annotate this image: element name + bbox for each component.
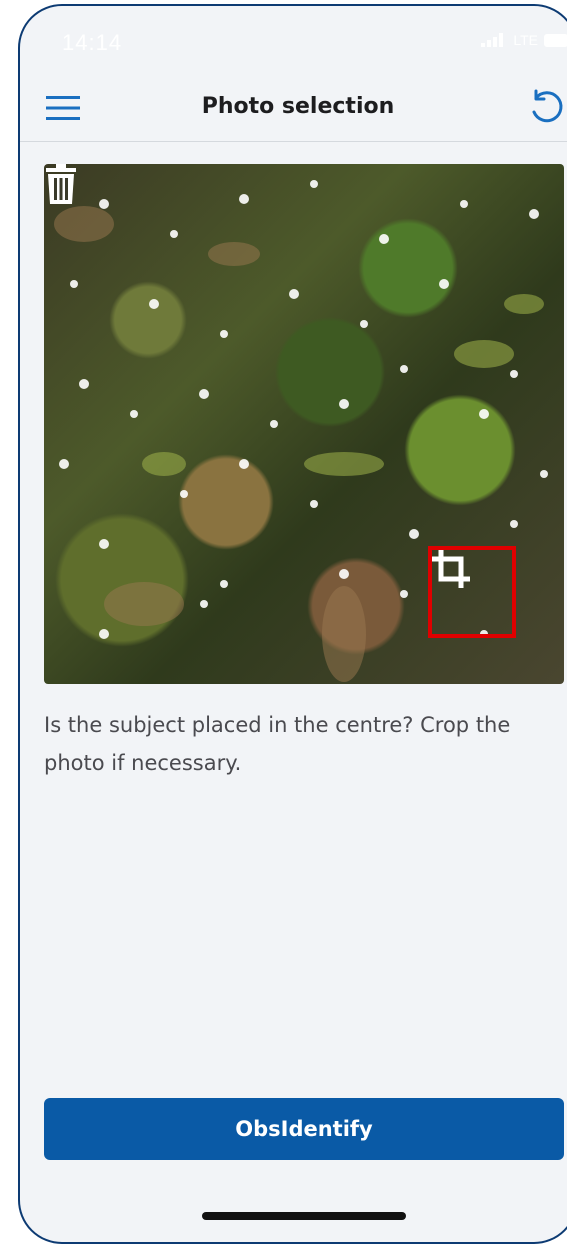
network-label: LTE xyxy=(513,32,538,48)
app-header: Photo selection xyxy=(20,70,567,142)
status-indicators: LTE xyxy=(481,32,567,48)
crop-button[interactable] xyxy=(428,546,516,638)
status-time: 14:14 xyxy=(62,30,123,55)
battery-icon xyxy=(544,33,567,47)
selected-photo xyxy=(44,164,564,684)
crop-icon xyxy=(432,550,470,588)
status-bar: 14:14 LTE xyxy=(20,6,567,70)
undo-rotate-icon[interactable] xyxy=(526,88,566,128)
home-indicator xyxy=(202,1212,406,1220)
phone-screen: 14:14 LTE Photo selection Is the subject… xyxy=(18,4,567,1244)
trash-icon[interactable] xyxy=(44,164,78,204)
identify-button[interactable]: ObsIdentify xyxy=(44,1098,564,1160)
crop-hint-text: Is the subject placed in the centre? Cro… xyxy=(44,713,511,775)
page-title: Photo selection xyxy=(201,94,395,119)
signal-icon xyxy=(481,33,504,47)
